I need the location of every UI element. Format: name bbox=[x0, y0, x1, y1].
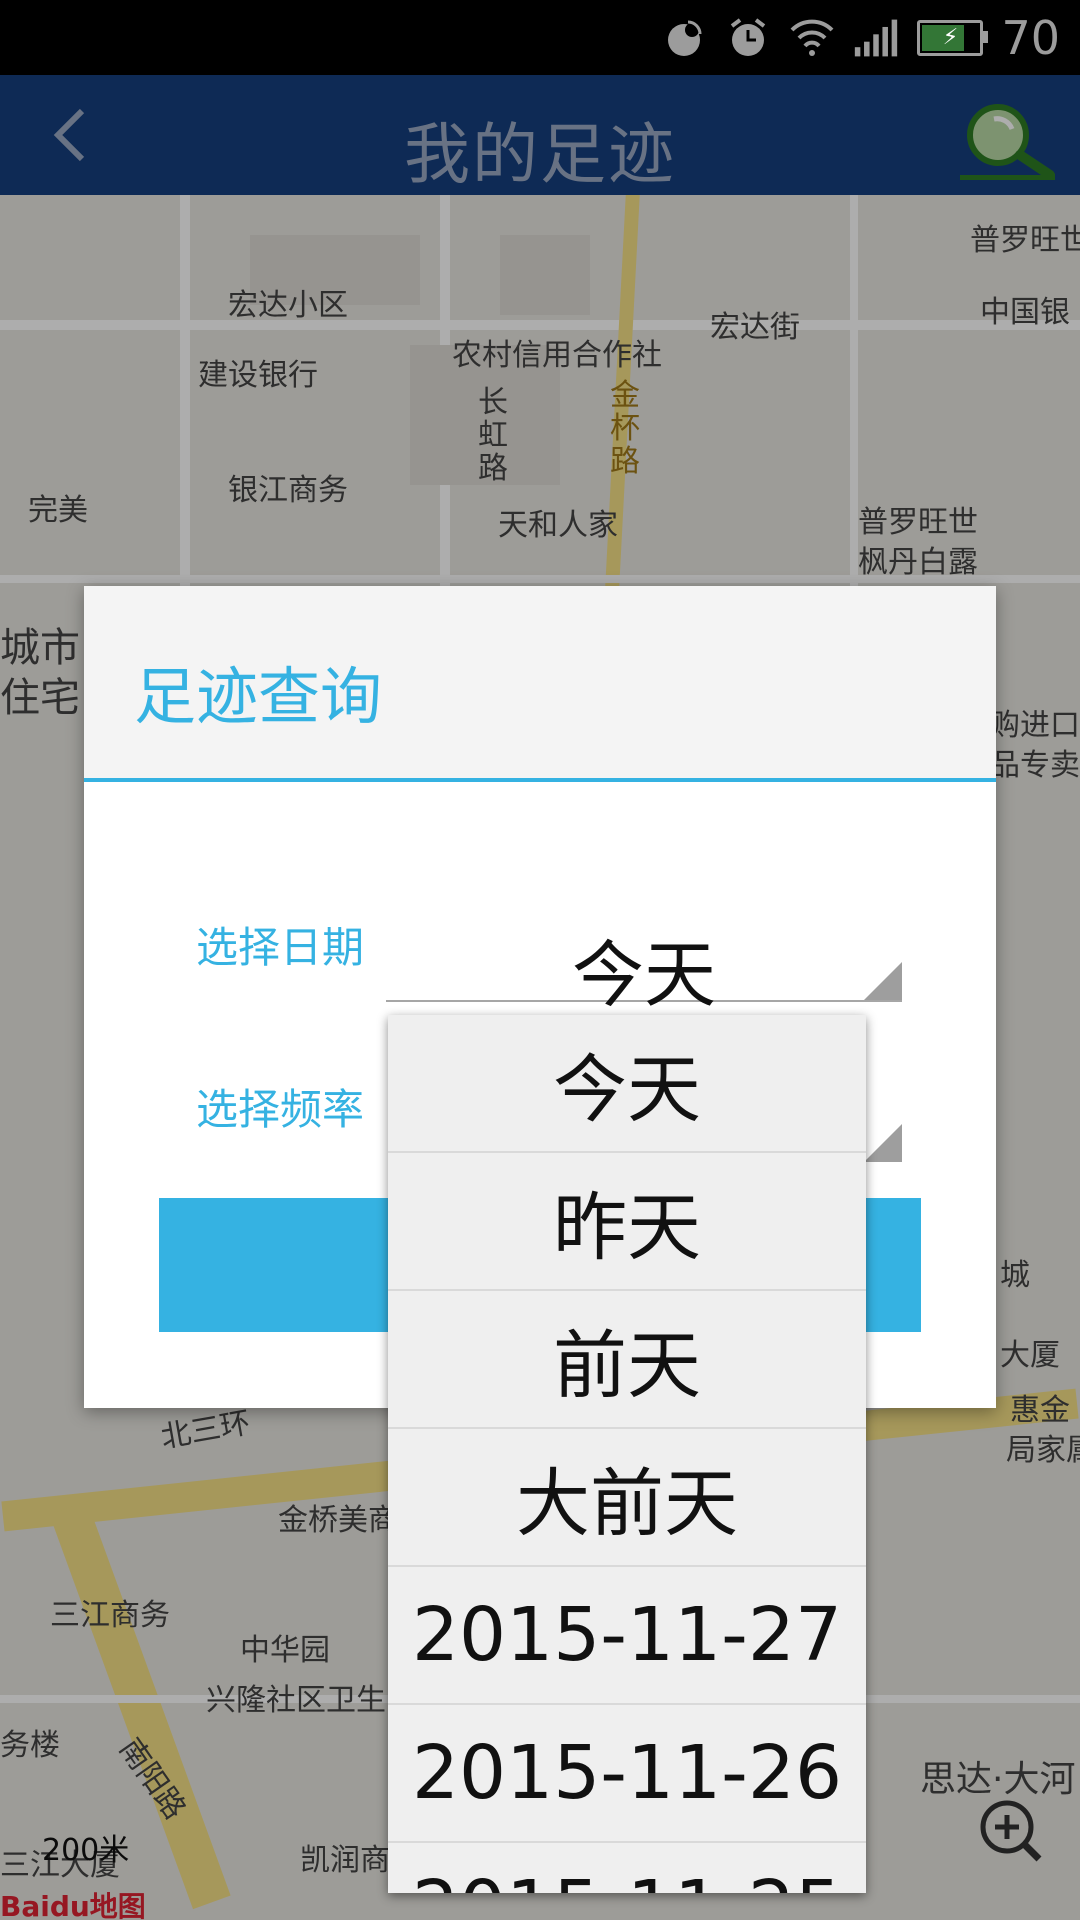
dropdown-item[interactable]: 2015-11-27 bbox=[388, 1567, 866, 1705]
dropdown-item[interactable]: 今天 bbox=[388, 1015, 866, 1153]
dropdown-item[interactable]: 昨天 bbox=[388, 1153, 866, 1291]
date-spinner[interactable]: 今天 bbox=[386, 908, 902, 1017]
dropdown-item[interactable]: 大前天 bbox=[388, 1429, 866, 1567]
dropdown-item[interactable]: 2015-11-26 bbox=[388, 1705, 866, 1843]
date-spinner-value: 今天 bbox=[571, 933, 716, 1017]
spinner-arrow-icon bbox=[864, 1124, 902, 1162]
dialog-title: 足迹查询 bbox=[134, 660, 383, 733]
dropdown-item[interactable]: 前天 bbox=[388, 1291, 866, 1429]
spinner-arrow-icon bbox=[864, 962, 902, 1000]
date-dropdown-list[interactable]: 今天 昨天 前天 大前天 2015-11-27 2015-11-26 2015-… bbox=[388, 1015, 866, 1893]
dropdown-item[interactable]: 2015-11-25 bbox=[388, 1843, 866, 1893]
date-label: 选择日期 bbox=[196, 923, 365, 972]
dialog-header: 足迹查询 bbox=[84, 586, 996, 782]
frequency-label: 选择频率 bbox=[196, 1085, 365, 1134]
